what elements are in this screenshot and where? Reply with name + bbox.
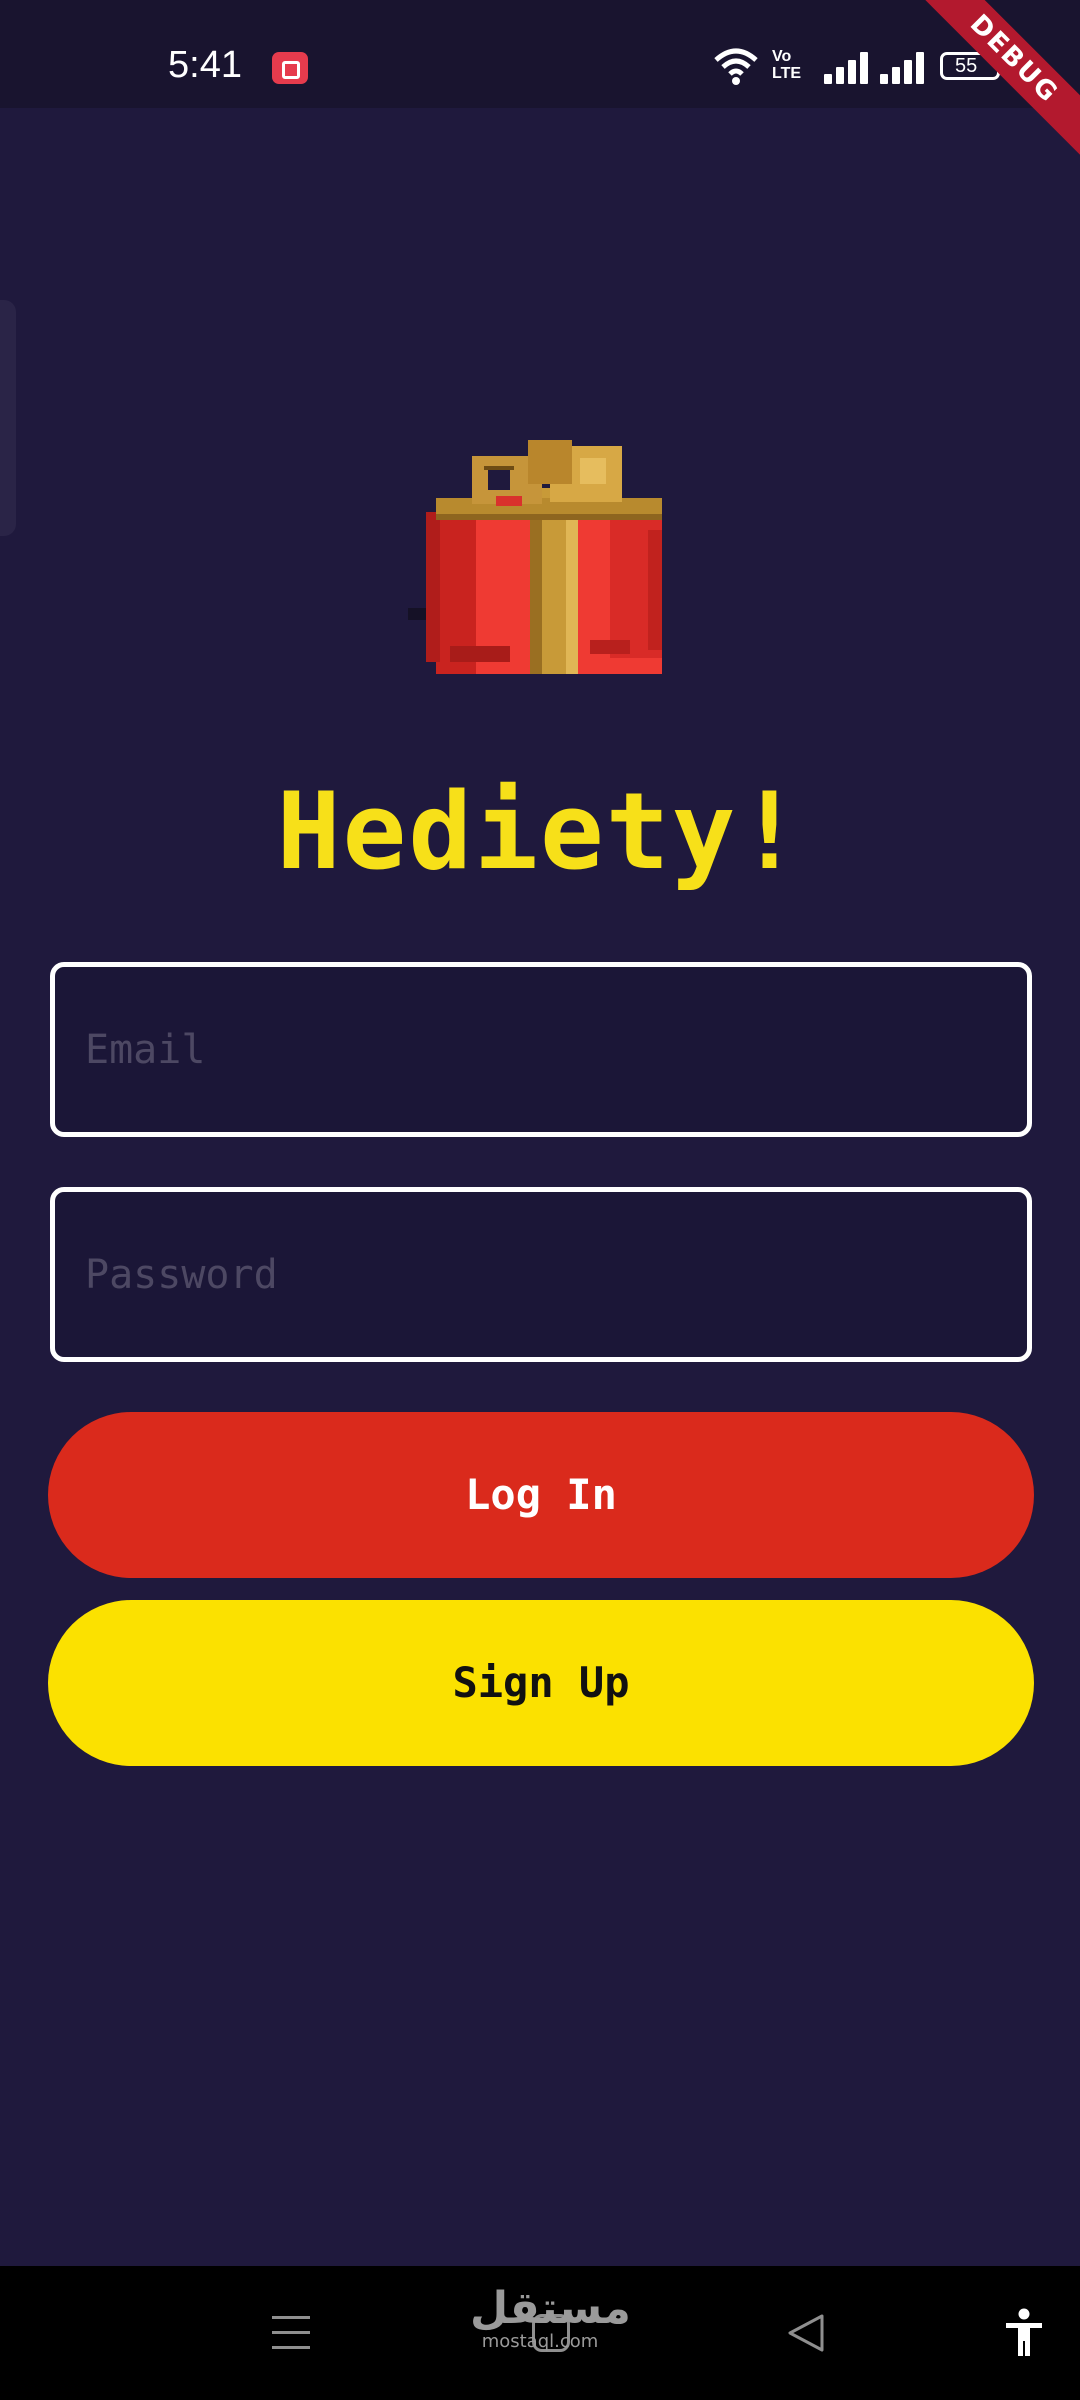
email-input[interactable] [55, 967, 1027, 1132]
signup-button[interactable]: Sign Up [48, 1600, 1034, 1766]
status-time: 5:41 [168, 44, 242, 86]
watermark-arabic: مستقل [470, 2283, 631, 2334]
wifi-icon [714, 48, 758, 85]
screen-record-icon [272, 52, 308, 84]
password-input[interactable] [55, 1192, 1027, 1357]
login-screen: 5:41 Vo LTE 55 DEBUG Hediety! Email Log … [0, 0, 1080, 2400]
debug-banner: DEBUG [907, 0, 1080, 166]
navigation-bar: مستقل mostaql.com [0, 2266, 1080, 2400]
watermark-latin: mostaql.com [481, 2331, 599, 2352]
accessibility-icon[interactable] [1002, 2308, 1046, 2358]
edge-panel-handle[interactable] [0, 300, 16, 536]
volte-indicator: Vo LTE [772, 48, 802, 82]
status-bar: 5:41 Vo LTE 55 DEBUG [0, 0, 1080, 166]
signal-strength-icon-2 [880, 52, 928, 84]
app-title: Hediety! [276, 770, 804, 893]
gift-box-pixel-icon [400, 440, 670, 690]
watermark: مستقل mostaql.com [470, 2283, 631, 2352]
recent-apps-menu-icon[interactable] [272, 2316, 310, 2350]
login-button[interactable]: Log In [48, 1412, 1034, 1578]
back-icon[interactable] [786, 2312, 826, 2354]
password-field[interactable] [50, 1187, 1032, 1362]
signal-strength-icon-1 [824, 52, 872, 84]
email-field[interactable] [50, 962, 1032, 1137]
